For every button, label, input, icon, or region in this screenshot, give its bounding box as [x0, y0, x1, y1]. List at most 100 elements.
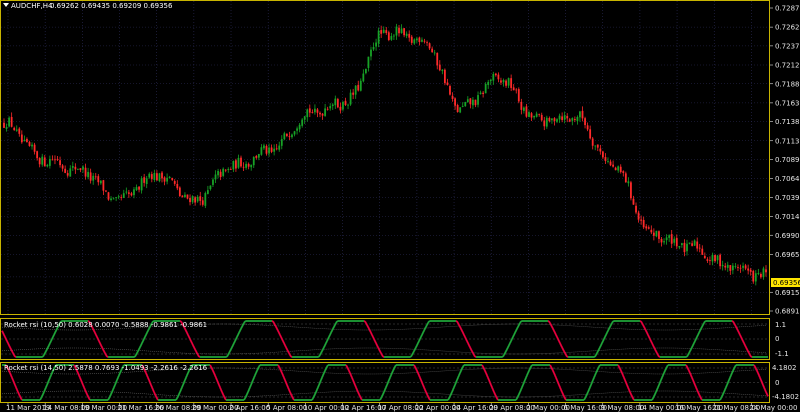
oscillator-line [518, 322, 521, 326]
oscillator-line [597, 348, 600, 352]
oscillator-line [323, 344, 326, 348]
oscillator-line [83, 386, 86, 391]
oscillator-line [626, 384, 629, 388]
oscillator-line [219, 386, 222, 391]
oscillator-line [82, 384, 85, 388]
candle-body [87, 171, 90, 178]
oscillator-line [422, 384, 425, 388]
candle-body [347, 104, 349, 106]
oscillator-line [597, 366, 600, 370]
oscillator-line [278, 332, 281, 336]
oscillator-line [744, 344, 747, 348]
oscillator-line [88, 397, 91, 401]
oscillator-line [44, 386, 47, 391]
oscillator-line [11, 377, 14, 381]
price-tick-label: 0.68910 [775, 308, 800, 316]
oscillator-line [349, 372, 352, 376]
candle-body [250, 164, 253, 168]
candle-body [260, 147, 263, 155]
oscillator-line [116, 377, 119, 381]
oscillator-line [556, 379, 559, 383]
oscillator-line [11, 350, 14, 354]
chart-window[interactable]: AUDCHF,H4 0.69262 0.69435 0.69209 0.6935… [0, 0, 800, 412]
candle-body [380, 30, 383, 34]
oscillator-line [458, 372, 461, 376]
oscillator-line [383, 389, 386, 393]
oscillator-line [154, 393, 157, 397]
oscillator-line [601, 340, 604, 344]
oscillator-line [730, 372, 733, 376]
candle-body [530, 113, 533, 118]
oscillator-line [284, 379, 287, 383]
oscillator-line [699, 328, 702, 332]
time-axis[interactable]: 11 Mar 201914 Mar 08:0019 Mar 00:0021 Ma… [6, 403, 797, 412]
oscillator-line [210, 366, 213, 370]
oscillator-line [694, 338, 697, 342]
oscillator-line [648, 336, 651, 340]
oscillator-line [369, 330, 372, 334]
oscillator-line [389, 374, 392, 379]
oscillator-line [345, 364, 348, 368]
oscillator-line [748, 352, 751, 356]
candle-body [196, 196, 199, 202]
oscillator-line [741, 338, 744, 342]
oscillator-line [243, 397, 246, 401]
indicator1-tick-bottom: -1.1 [775, 350, 789, 358]
candle-body [130, 193, 133, 196]
candle-body [285, 133, 288, 136]
oscillator-line [754, 366, 757, 370]
candle-body [293, 131, 296, 135]
candle-body [163, 177, 166, 182]
oscillator-line [282, 340, 285, 344]
oscillator-line [377, 346, 380, 350]
oscillator-line [221, 391, 224, 395]
oscillator-line [609, 324, 612, 328]
symbol-label: AUDCHF,H4 [11, 2, 53, 10]
oscillator-line [288, 352, 291, 356]
oscillator-line [109, 393, 112, 397]
oscillator-line [761, 382, 764, 386]
oscillator-line [727, 379, 730, 383]
candle-body [650, 229, 653, 233]
oscillator-line [598, 364, 601, 368]
oscillator-line [228, 350, 231, 354]
oscillator-line [591, 379, 594, 383]
oscillator-line [312, 395, 315, 399]
oscillator-line [40, 395, 43, 399]
candle-body [79, 168, 82, 171]
candle-body [670, 234, 673, 244]
oscillator-line [313, 393, 316, 397]
candle-body [298, 124, 301, 130]
oscillator-line [456, 377, 459, 381]
candle-body [364, 68, 367, 74]
oscillator-line [505, 348, 508, 352]
candle-body [242, 166, 245, 168]
oscillator-line [216, 379, 219, 383]
candle-body [408, 33, 411, 38]
oscillator-line [186, 372, 189, 376]
oscillator-line [321, 348, 324, 352]
oscillator-line [99, 342, 102, 346]
oscillator-line [359, 395, 362, 399]
candle-body [456, 105, 459, 113]
oscillator-line [86, 393, 89, 397]
oscillator-line [80, 379, 83, 383]
oscillator-line [55, 328, 58, 332]
oscillator-line [381, 354, 384, 358]
oscillator-line [388, 377, 391, 381]
candle-body [184, 194, 186, 198]
candle-body [5, 127, 8, 129]
oscillator-line [510, 338, 513, 342]
oscillator-line [586, 391, 589, 395]
candle-body [71, 165, 74, 168]
oscillator-line [564, 397, 567, 401]
oscillator-line [722, 391, 725, 395]
candle-body [395, 26, 398, 36]
oscillator-line [250, 382, 253, 386]
oscillator-line [108, 395, 111, 399]
candle-body [624, 173, 627, 183]
oscillator-line [372, 336, 375, 340]
candle-body [288, 136, 291, 138]
candle-body [212, 179, 214, 185]
oscillator-line [416, 342, 419, 346]
